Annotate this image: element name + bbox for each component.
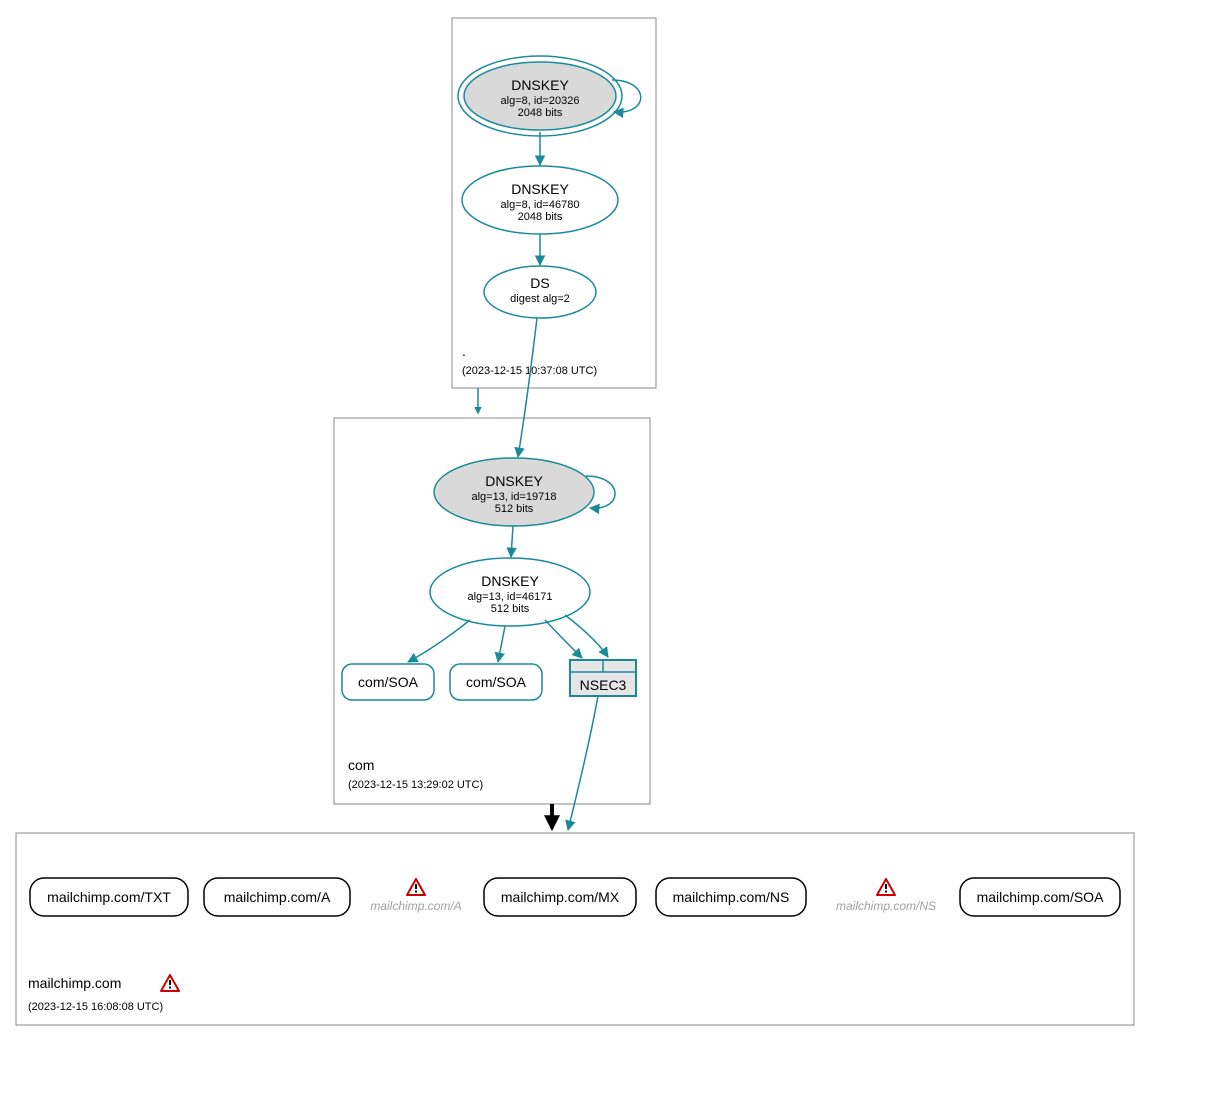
mc-soa-label: mailchimp.com/SOA [977, 889, 1104, 905]
com-ksk-title: DNSKEY [485, 473, 543, 489]
nsec3-label: NSEC3 [580, 677, 627, 693]
node-mailchimp-ns[interactable]: mailchimp.com/NS [656, 878, 806, 916]
mc-a-warn-label: mailchimp.com/A [370, 899, 461, 913]
root-ds-title: DS [530, 275, 549, 291]
node-root-zsk[interactable]: DNSKEY alg=8, id=46780 2048 bits [462, 166, 618, 234]
zone-mailchimp-name: mailchimp.com [28, 975, 121, 991]
node-root-ksk[interactable]: DNSKEY alg=8, id=20326 2048 bits [458, 56, 622, 136]
com-soa-2-label: com/SOA [466, 674, 527, 690]
node-mailchimp-a[interactable]: mailchimp.com/A [204, 878, 350, 916]
edge-com-zsk-soa2 [498, 626, 505, 662]
mc-mx-label: mailchimp.com/MX [501, 889, 620, 905]
root-zsk-title: DNSKEY [511, 181, 569, 197]
node-mailchimp-txt[interactable]: mailchimp.com/TXT [30, 878, 188, 916]
mc-a-label: mailchimp.com/A [224, 889, 331, 905]
root-ds-line2: digest alg=2 [510, 293, 570, 305]
edge-com-zsk-nsec3-b [565, 615, 608, 657]
zone-mailchimp-warning-icon [161, 975, 179, 991]
node-mailchimp-mx[interactable]: mailchimp.com/MX [484, 878, 636, 916]
mc-txt-label: mailchimp.com/TXT [47, 889, 171, 905]
node-mailchimp-a-warning[interactable]: mailchimp.com/A [370, 879, 461, 913]
root-ksk-line2: alg=8, id=20326 [501, 95, 580, 107]
edge-com-ksk-zsk [511, 526, 513, 557]
com-ksk-line2: alg=13, id=19718 [471, 491, 556, 503]
com-ksk-line3: 512 bits [495, 503, 534, 515]
warning-icon [407, 879, 425, 895]
edge-com-zsk-soa1 [408, 620, 470, 662]
zone-com-name: com [348, 757, 374, 773]
root-zsk-line2: alg=8, id=46780 [501, 199, 580, 211]
edge-nsec3-to-mailchimp [568, 696, 598, 830]
com-zsk-line3: 512 bits [491, 603, 530, 615]
com-zsk-line2: alg=13, id=46171 [467, 591, 552, 603]
com-zsk-title: DNSKEY [481, 573, 539, 589]
zone-box-mailchimp [16, 833, 1134, 1025]
root-zsk-line3: 2048 bits [518, 211, 563, 223]
node-com-soa-1[interactable]: com/SOA [342, 664, 434, 700]
node-mailchimp-ns-warning[interactable]: mailchimp.com/NS [836, 879, 936, 913]
node-com-soa-2[interactable]: com/SOA [450, 664, 542, 700]
zone-root-name: . [462, 343, 466, 359]
edge-com-zsk-nsec3-a [545, 620, 582, 658]
node-com-ksk[interactable]: DNSKEY alg=13, id=19718 512 bits [434, 458, 594, 526]
mc-ns-warn-label: mailchimp.com/NS [836, 899, 936, 913]
root-ksk-line3: 2048 bits [518, 107, 563, 119]
zone-mailchimp-time: (2023-12-15 16:08:08 UTC) [28, 1001, 163, 1013]
com-soa-1-label: com/SOA [358, 674, 419, 690]
mc-ns-label: mailchimp.com/NS [673, 889, 790, 905]
node-nsec3[interactable]: NSEC3 [570, 660, 636, 696]
root-ksk-title: DNSKEY [511, 77, 569, 93]
zone-com-time: (2023-12-15 13:29:02 UTC) [348, 779, 483, 791]
node-mailchimp-soa[interactable]: mailchimp.com/SOA [960, 878, 1120, 916]
warning-icon [877, 879, 895, 895]
node-root-ds[interactable]: DS digest alg=2 [484, 266, 596, 318]
